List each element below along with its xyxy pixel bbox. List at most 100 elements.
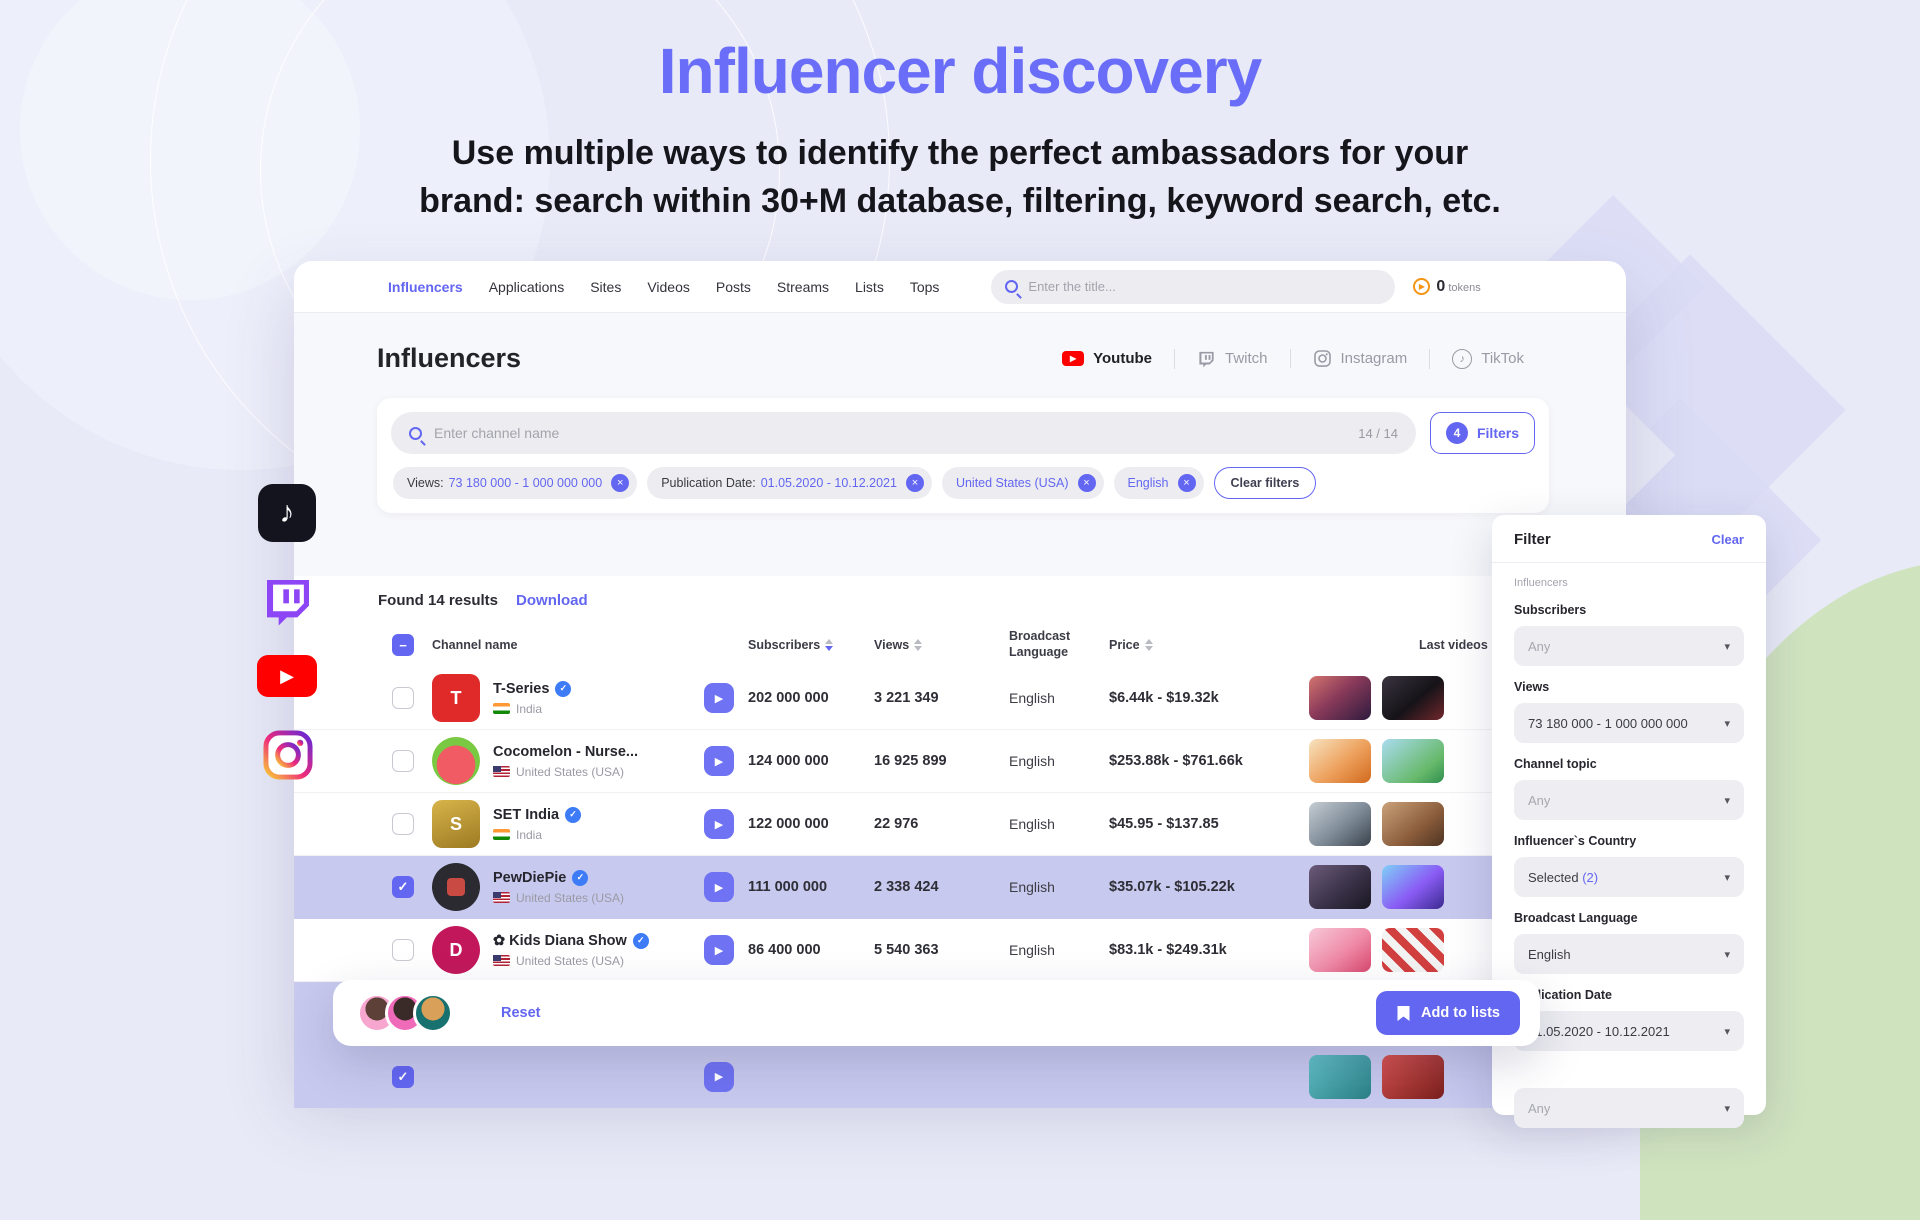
table-row[interactable]: D ✿ Kids Diana Show✓ United States (USA)… — [294, 919, 1626, 982]
channel-name[interactable]: Cocomelon - Nurse... — [493, 744, 638, 760]
reset-button[interactable]: Reset — [501, 1005, 541, 1021]
youtube-play-button[interactable]: ▶ — [704, 935, 734, 965]
youtube-play-button[interactable]: ▶ — [704, 746, 734, 776]
table-row[interactable]: ✓ PewDiePie✓ United States (USA) ▶ 111 0… — [294, 856, 1626, 919]
filters-button[interactable]: 4 Filters — [1430, 412, 1535, 454]
nav-item-videos[interactable]: Videos — [647, 279, 690, 295]
page-subtitle: Use multiple ways to identify the perfec… — [0, 130, 1920, 225]
table-row[interactable]: T T-Series✓ India ▶ 202 000 000 3 221 34… — [294, 667, 1626, 730]
channel-search-input[interactable] — [434, 425, 1358, 441]
nav-item-sites[interactable]: Sites — [590, 279, 621, 295]
tiktok-tab-icon: ♪ — [1452, 349, 1472, 369]
video-thumbnail[interactable] — [1309, 676, 1371, 720]
subscribers-select[interactable]: Any ▾ — [1514, 626, 1744, 666]
nav-item-influencers[interactable]: Influencers — [388, 279, 463, 295]
header-subscribers[interactable]: Subscribers — [748, 638, 874, 652]
tab-tiktok[interactable]: ♪ TikTok — [1429, 349, 1546, 369]
filter-section-label: Influencers — [1514, 577, 1744, 589]
channel-avatar: T — [432, 674, 480, 722]
youtube-play-button[interactable]: ▶ — [704, 683, 734, 713]
table-row[interactable]: Cocomelon - Nurse... United States (USA)… — [294, 730, 1626, 793]
filter-field-label: Influencer`s Country — [1514, 834, 1744, 849]
remove-filter-icon[interactable]: × — [1078, 474, 1096, 492]
sort-icon[interactable] — [825, 639, 833, 651]
video-thumbnail[interactable] — [1382, 739, 1444, 783]
platform-tabs: ▶ Youtube Twitch Instagram ♪ — [1040, 349, 1546, 369]
select-all-checkbox[interactable]: − — [392, 634, 414, 656]
subscribers-value: 122 000 000 — [748, 816, 874, 832]
verified-icon: ✓ — [555, 681, 571, 697]
clear-filters-button[interactable]: Clear filters — [1214, 467, 1317, 499]
filter-clear-button[interactable]: Clear — [1711, 532, 1744, 547]
video-thumbnail[interactable] — [1382, 676, 1444, 720]
views-select[interactable]: 73 180 000 - 1 000 000 000 ▾ — [1514, 703, 1744, 743]
filter-chip-country[interactable]: United States (USA) × — [942, 467, 1104, 499]
video-thumbnail[interactable] — [1382, 928, 1444, 972]
video-thumbnail[interactable] — [1309, 739, 1371, 783]
row-checkbox[interactable]: ✓ — [392, 1066, 414, 1088]
row-checkbox[interactable] — [392, 750, 414, 772]
publication-date-select[interactable]: 01.05.2020 - 10.12.2021 ▾ — [1514, 1011, 1744, 1051]
tab-youtube[interactable]: ▶ Youtube — [1040, 350, 1174, 367]
extra-filter-select[interactable]: Any ▾ — [1514, 1088, 1744, 1128]
nav-item-applications[interactable]: Applications — [489, 279, 565, 295]
chevron-down-icon: ▾ — [1724, 1025, 1730, 1038]
tokens-balance[interactable]: ▶ 0 tokens — [1413, 278, 1480, 296]
nav-item-tops[interactable]: Tops — [910, 279, 940, 295]
youtube-play-button[interactable]: ▶ — [704, 872, 734, 902]
video-thumbnail[interactable] — [1382, 802, 1444, 846]
video-thumbnail[interactable] — [1382, 1055, 1444, 1099]
table-row[interactable]: ✓ ▶ — [294, 1045, 1626, 1108]
video-thumbnail[interactable] — [1382, 865, 1444, 909]
channel-name[interactable]: PewDiePie — [493, 870, 566, 886]
filter-chip-publication-date[interactable]: Publication Date:01.05.2020 - 10.12.2021… — [647, 467, 932, 499]
price-value: $83.1k - $249.31k — [1109, 942, 1309, 958]
country-select[interactable]: Selected (2) ▾ — [1514, 857, 1744, 897]
avatar — [413, 993, 453, 1033]
video-thumbnail[interactable] — [1309, 865, 1371, 909]
channel-name[interactable]: SET India — [493, 807, 559, 823]
table-row[interactable]: S SET India✓ India ▶ 122 000 000 22 976 … — [294, 793, 1626, 856]
subscribers-value: 202 000 000 — [748, 690, 874, 706]
subtitle-line-2: brand: search within 30+M database, filt… — [419, 182, 1501, 220]
youtube-play-button[interactable]: ▶ — [704, 1062, 734, 1092]
nav-item-posts[interactable]: Posts — [716, 279, 751, 295]
channel-topic-select[interactable]: Any ▾ — [1514, 780, 1744, 820]
filter-chip-views[interactable]: Views:73 180 000 - 1 000 000 000 × — [393, 467, 637, 499]
video-thumbnail[interactable] — [1309, 928, 1371, 972]
channel-name[interactable]: ✿ Kids Diana Show — [493, 933, 627, 949]
header-channel-name[interactable]: Channel name — [432, 638, 704, 652]
broadcast-language-select[interactable]: English ▾ — [1514, 934, 1744, 974]
nav-item-streams[interactable]: Streams — [777, 279, 829, 295]
channel-name[interactable]: T-Series — [493, 681, 549, 697]
tab-twitch[interactable]: Twitch — [1174, 349, 1290, 369]
header-views[interactable]: Views — [874, 638, 1009, 652]
row-checkbox[interactable] — [392, 939, 414, 961]
remove-filter-icon[interactable]: × — [906, 474, 924, 492]
row-checkbox[interactable] — [392, 687, 414, 709]
video-thumbnail[interactable] — [1309, 1055, 1371, 1099]
row-checkbox[interactable] — [392, 813, 414, 835]
remove-filter-icon[interactable]: × — [611, 474, 629, 492]
sort-icon[interactable] — [914, 639, 922, 651]
verified-icon: ✓ — [633, 933, 649, 949]
channel-search-box[interactable]: 14 / 14 — [391, 412, 1416, 454]
nav-item-lists[interactable]: Lists — [855, 279, 884, 295]
youtube-icon: ▶ — [257, 655, 317, 697]
sort-icon[interactable] — [1145, 639, 1153, 651]
video-thumbnail[interactable] — [1309, 802, 1371, 846]
title-search-input[interactable] — [1028, 279, 1381, 294]
filter-chip-language[interactable]: English × — [1114, 467, 1204, 499]
price-value: $6.44k - $19.32k — [1109, 690, 1309, 706]
header-last-videos: Last videos — [1419, 638, 1488, 652]
youtube-play-button[interactable]: ▶ — [704, 809, 734, 839]
tab-instagram[interactable]: Instagram — [1290, 349, 1430, 368]
title-search-box[interactable] — [991, 270, 1395, 304]
remove-filter-icon[interactable]: × — [1178, 474, 1196, 492]
chevron-down-icon: ▾ — [1724, 717, 1730, 730]
header-price[interactable]: Price — [1109, 638, 1309, 652]
filter-field-label: Subscribers — [1514, 603, 1744, 618]
download-link[interactable]: Download — [516, 592, 588, 609]
add-to-lists-button[interactable]: Add to lists — [1376, 991, 1520, 1035]
row-checkbox[interactable]: ✓ — [392, 876, 414, 898]
